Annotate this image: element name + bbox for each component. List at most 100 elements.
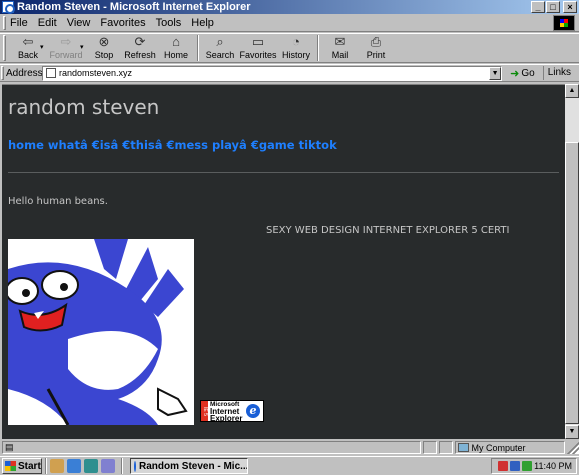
menu-tools[interactable]: Tools: [156, 17, 182, 29]
channels-quicklaunch-icon[interactable]: [101, 459, 115, 473]
my-computer-icon: [457, 443, 469, 452]
print-button[interactable]: ⎙ Print: [358, 35, 394, 63]
zone-label: My Computer: [471, 442, 526, 453]
minimize-button[interactable]: _: [531, 1, 545, 13]
go-arrow-icon: ➜: [510, 67, 520, 80]
history-button[interactable]: ◔ History: [278, 35, 314, 63]
status-zone: My Computer: [454, 441, 566, 454]
menu-favorites[interactable]: Favorites: [100, 17, 145, 29]
clock[interactable]: 11:40 PM: [534, 461, 572, 471]
mail-icon: ✉: [334, 34, 346, 49]
status-main: ▤: [2, 441, 421, 454]
scroll-up-button[interactable]: ▲: [565, 84, 579, 98]
resize-grip[interactable]: [567, 441, 579, 454]
history-icon: ◔: [292, 34, 300, 49]
system-tray: 11:40 PM: [491, 458, 577, 474]
stop-button[interactable]: ⊗ Stop: [86, 35, 122, 63]
home-button[interactable]: ⌂ Home: [158, 35, 194, 63]
scrolling-marquee: SEXY WEB DESIGN INTERNET EXPLORER 5 CERT…: [266, 225, 510, 236]
toolbar-grip[interactable]: [3, 35, 6, 61]
page-viewport[interactable]: random steven home whatâ €isâ €thisâ €me…: [2, 84, 565, 439]
menu-edit[interactable]: Edit: [38, 17, 57, 29]
status-bar: ▤ My Computer: [0, 440, 579, 455]
address-dropdown-button[interactable]: ▼: [489, 66, 502, 80]
refresh-button[interactable]: ⟳ Refresh: [122, 35, 158, 63]
links-button[interactable]: Links »: [542, 66, 579, 92]
address-bar: Address randomsteven.xyz ▼ ➜ Go Links »: [0, 64, 579, 92]
scroll-down-button[interactable]: ▼: [565, 425, 579, 439]
taskbar: Start Random Steven - Mic... 11:40 PM: [0, 456, 579, 475]
start-button[interactable]: Start: [2, 458, 42, 474]
greeting-text: Hello human beans.: [8, 196, 108, 207]
window-title: Random Steven - Microsoft Internet Explo…: [17, 1, 251, 13]
ie-task-icon: [134, 460, 136, 472]
page-done-icon: ▤: [5, 442, 14, 452]
address-url[interactable]: randomsteven.xyz: [59, 68, 132, 78]
refresh-label: Refresh: [124, 50, 156, 60]
horizontal-rule: [8, 172, 559, 173]
vertical-scrollbar[interactable]: ▲ ▼: [565, 84, 579, 439]
task-label: Random Steven - Mic...: [139, 460, 248, 472]
ie-window: Random Steven - Microsoft Internet Explo…: [0, 0, 579, 475]
ie-page-icon[interactable]: [2, 1, 15, 14]
badge-stripe: IE 5: [201, 401, 208, 421]
menu-view[interactable]: View: [67, 17, 91, 29]
taskbar-separator: [121, 458, 123, 474]
close-button[interactable]: ×: [563, 1, 577, 13]
title-bar[interactable]: Random Steven - Microsoft Internet Explo…: [0, 0, 579, 14]
taskbar-separator: [45, 458, 47, 474]
ie5-certified-badge[interactable]: IE 5 Microsoft Internet Explorer e: [200, 400, 264, 422]
tray-icon-1[interactable]: [498, 461, 509, 471]
taskbar-window-button[interactable]: Random Steven - Mic...: [130, 458, 248, 474]
back-label: Back: [17, 50, 38, 60]
scroll-thumb[interactable]: [565, 142, 579, 424]
printer-icon: ⎙: [370, 34, 382, 49]
print-label: Print: [366, 50, 386, 60]
mail-label: Mail: [331, 50, 349, 60]
ie-logo-icon: e: [246, 404, 260, 418]
start-label: Start: [18, 460, 41, 472]
page-icon: [45, 68, 56, 78]
address-input[interactable]: randomsteven.xyz ▼: [41, 65, 503, 81]
toolbar-separator: [197, 35, 199, 61]
tray-icon-2[interactable]: [510, 461, 521, 471]
toolbar-separator: [317, 35, 319, 61]
volume-icon[interactable]: [522, 461, 533, 471]
badge-text: Microsoft Internet Explorer: [208, 401, 244, 423]
status-progress: [438, 441, 453, 454]
favorites-folder-icon: ▭: [251, 34, 265, 49]
menu-help[interactable]: Help: [191, 17, 214, 29]
show-desktop-icon[interactable]: [50, 459, 64, 473]
favorites-label: Favorites: [239, 50, 277, 60]
menu-file[interactable]: File: [10, 17, 28, 29]
search-icon: ⌕: [216, 34, 224, 49]
standard-toolbar: ⇦ Back ▾ ⇨ Forward ▾ ⊗ Stop ⟳ Refresh ⌂ …: [0, 33, 579, 63]
address-grip[interactable]: [1, 66, 4, 80]
back-arrow-icon: ⇦: [22, 34, 34, 49]
menu-grip[interactable]: [3, 15, 6, 30]
favorites-button[interactable]: ▭ Favorites: [238, 35, 278, 63]
windows-logo-icon: [553, 15, 575, 31]
maximize-button[interactable]: □: [546, 1, 560, 13]
ie-quicklaunch-icon[interactable]: [67, 459, 81, 473]
stop-label: Stop: [94, 50, 114, 60]
home-icon: ⌂: [172, 34, 180, 49]
windows-flag-icon: [5, 461, 16, 471]
home-label: Home: [163, 50, 188, 60]
forward-arrow-icon: ⇨: [60, 34, 72, 49]
search-label: Search: [205, 50, 235, 60]
blue-creature-image: [8, 239, 194, 425]
site-title: random steven: [8, 95, 160, 119]
history-label: History: [281, 50, 310, 60]
mail-button[interactable]: ✉ Mail: [322, 35, 358, 63]
refresh-icon: ⟳: [134, 34, 146, 49]
search-button[interactable]: ⌕ Search: [202, 35, 238, 63]
window-controls: _ □ ×: [531, 1, 577, 13]
go-button[interactable]: ➜ Go: [510, 67, 535, 80]
badge-line-3: Explorer: [210, 413, 243, 423]
forward-label: Forward: [49, 50, 83, 60]
address-label: Address: [5, 67, 43, 79]
go-label: Go: [521, 67, 535, 79]
outlook-quicklaunch-icon[interactable]: [84, 459, 98, 473]
site-nav-links[interactable]: home whatâ €isâ €thisâ €mess playâ €game…: [8, 138, 337, 152]
